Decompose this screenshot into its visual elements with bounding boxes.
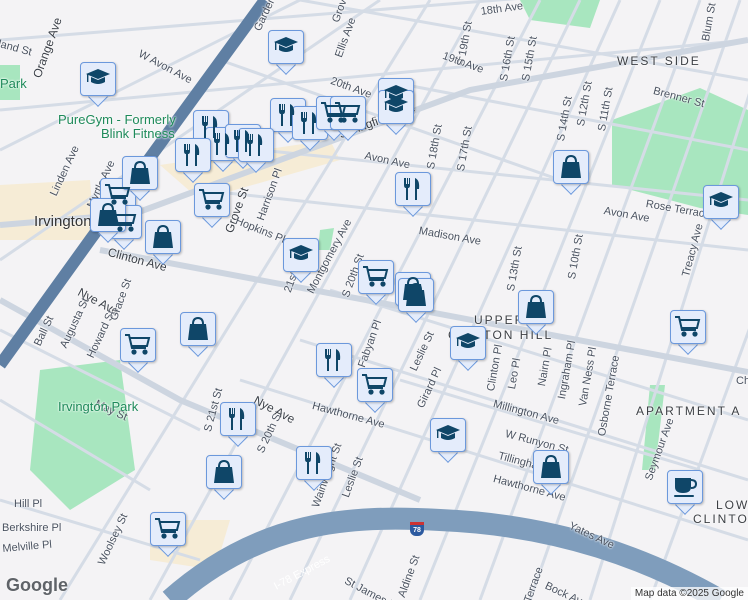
poi-label[interactable]: Irvington Park: [58, 399, 138, 414]
shopping-icon: [540, 455, 562, 479]
grocery-marker[interactable]: [120, 328, 156, 373]
shopping-icon: [187, 317, 209, 341]
street-label: Hill Pl: [14, 498, 43, 510]
area-label: CLINTON: [693, 512, 748, 526]
restaurant-icon: [247, 134, 263, 156]
education-icon: [274, 37, 298, 52]
shopping-marker[interactable]: [145, 220, 181, 265]
restaurant-icon: [325, 349, 341, 371]
grocery-marker[interactable]: [150, 512, 186, 557]
shopping-icon: [213, 460, 235, 484]
grocery-icon: [124, 334, 150, 355]
shopping-marker[interactable]: [518, 290, 554, 335]
education-icon: [86, 69, 110, 84]
map-attribution[interactable]: Map data ©2025 Google: [630, 587, 748, 600]
education-marker[interactable]: [268, 30, 304, 75]
restaurant-icon: [229, 408, 245, 430]
shopping-marker[interactable]: [206, 455, 242, 500]
shopping-marker[interactable]: [553, 150, 589, 195]
grocery-marker[interactable]: [358, 260, 394, 305]
education-icon: [289, 245, 313, 260]
grocery-icon: [674, 316, 700, 337]
cafe-marker[interactable]: [667, 470, 703, 515]
education-icon: [709, 192, 733, 207]
shopping-icon: [405, 283, 427, 307]
restaurant-icon: [404, 178, 420, 200]
education-marker[interactable]: [450, 326, 486, 371]
education-marker[interactable]: [80, 62, 116, 107]
street-label: Ch: [736, 375, 748, 387]
grocery-marker[interactable]: [194, 183, 230, 228]
area-label: APARTMENT A: [636, 404, 742, 418]
education-marker[interactable]: [430, 418, 466, 463]
education-marker[interactable]: [378, 90, 414, 135]
poi-label[interactable]: Park: [0, 76, 27, 91]
area-label: LOWER: [716, 498, 748, 512]
restaurant-marker[interactable]: [220, 402, 256, 447]
shopping-marker[interactable]: [180, 312, 216, 357]
shopping-icon: [560, 155, 582, 179]
restaurant-marker[interactable]: [238, 128, 274, 173]
education-icon: [456, 333, 480, 348]
restaurant-marker[interactable]: [296, 446, 332, 491]
restaurant-icon: [305, 452, 321, 474]
education-marker[interactable]: [283, 238, 319, 283]
cafe-icon: [673, 477, 697, 498]
shopping-icon: [525, 295, 547, 319]
grocery-icon: [334, 102, 360, 123]
restaurant-marker[interactable]: [175, 138, 211, 183]
google-logo: Google: [6, 575, 68, 595]
map-canvas[interactable]: 18th Ave Orange Ave W Avon Ave Linden Av…: [0, 0, 748, 600]
grocery-icon: [362, 266, 388, 287]
restaurant-marker[interactable]: [316, 343, 352, 388]
shopping-marker[interactable]: [398, 278, 434, 323]
grocery-icon: [361, 374, 387, 395]
shopping-icon: [129, 161, 151, 185]
education-icon: [436, 425, 460, 440]
poi-label[interactable]: PureGym - Formerly: [58, 112, 176, 127]
shopping-marker[interactable]: [533, 450, 569, 495]
grocery-marker[interactable]: [670, 310, 706, 355]
poi-label[interactable]: Blink Fitness: [101, 126, 175, 141]
education-icon: [384, 97, 408, 112]
area-label: WEST SIDE: [617, 54, 701, 68]
street-label: Berkshire Pl: [2, 522, 62, 534]
restaurant-icon: [184, 144, 200, 166]
irvington-park: [30, 360, 135, 510]
grocery-marker[interactable]: [330, 96, 366, 141]
shopping-icon: [152, 225, 174, 249]
education-marker[interactable]: [703, 185, 739, 230]
i-78-shield: 78: [410, 522, 424, 536]
grocery-marker[interactable]: [357, 368, 393, 413]
restaurant-marker[interactable]: [395, 172, 431, 217]
city-label: Irvington: [34, 213, 92, 230]
grocery-icon: [154, 518, 180, 539]
shopping-icon: [97, 203, 119, 227]
grocery-icon: [198, 189, 224, 210]
